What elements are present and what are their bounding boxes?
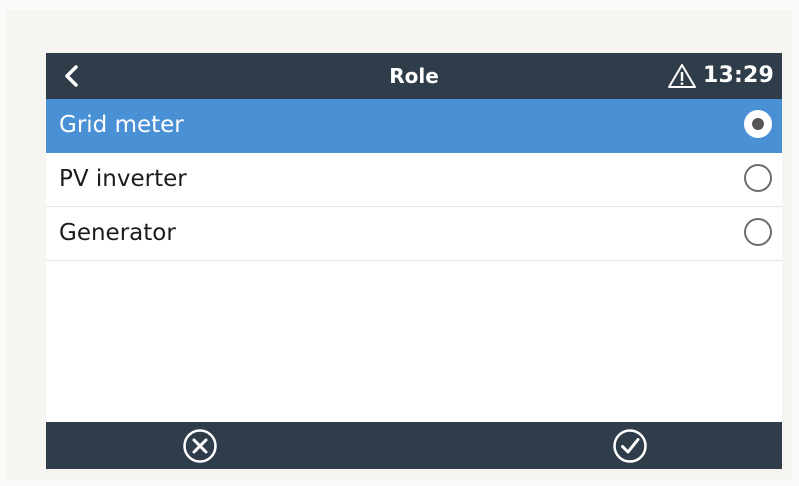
radio-selected[interactable]	[744, 110, 772, 138]
device-frame: Role 13:29 Grid meter PV inverter Genera…	[6, 10, 792, 480]
confirm-button[interactable]	[590, 422, 670, 469]
clock: 13:29	[702, 63, 774, 88]
radio-unselected[interactable]	[744, 164, 772, 192]
check-circle-icon	[613, 428, 647, 463]
status-area: 13:29	[667, 53, 774, 99]
option-label: PV inverter	[59, 166, 187, 192]
warning-triangle-icon[interactable]	[667, 63, 697, 89]
cancel-circle-icon	[183, 428, 217, 463]
option-label: Grid meter	[59, 112, 184, 138]
option-grid-meter[interactable]: Grid meter	[46, 99, 782, 153]
radio-unselected[interactable]	[744, 218, 772, 246]
cancel-button[interactable]	[160, 422, 240, 469]
option-generator[interactable]: Generator	[46, 207, 782, 261]
screen: Role 13:29 Grid meter PV inverter Genera…	[46, 53, 782, 469]
bottom-bar	[46, 422, 782, 469]
role-options-list: Grid meter PV inverter Generator	[46, 99, 782, 421]
top-bar: Role 13:29	[46, 53, 782, 99]
radio-dot	[752, 118, 764, 130]
option-pv-inverter[interactable]: PV inverter	[46, 153, 782, 207]
option-label: Generator	[59, 220, 176, 246]
